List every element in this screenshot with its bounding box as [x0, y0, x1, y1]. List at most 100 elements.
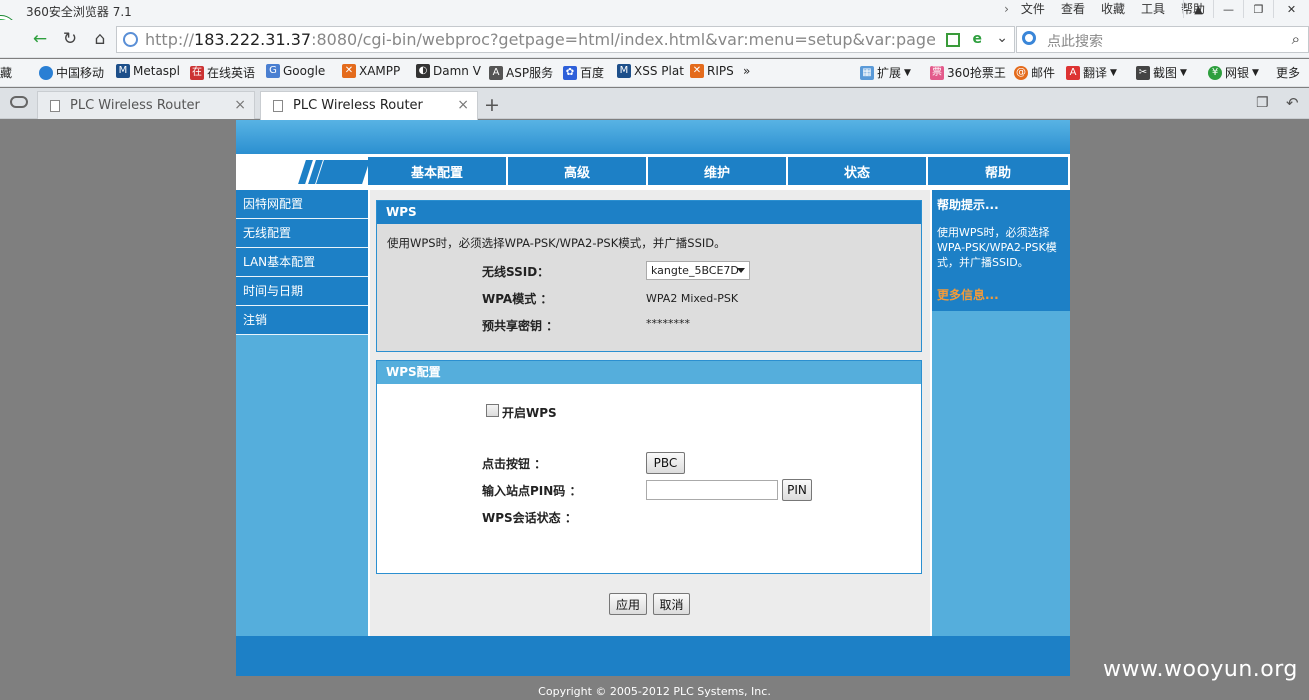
bookmark-xampp[interactable]: ✕ XAMPP: [342, 64, 400, 78]
tab-list-icon[interactable]: ❐: [1256, 95, 1269, 111]
app-title: 360安全浏览器 7.1: [26, 5, 132, 19]
bookmark-xss-platform[interactable]: M XSS Plat: [617, 64, 684, 78]
bookmark-dvwa[interactable]: ◐ Damn V: [416, 64, 481, 78]
toolbar-translate[interactable]: A 翻译 ▼: [1066, 64, 1117, 81]
browser-tab[interactable]: PLC Wireless Router ×: [37, 91, 255, 119]
bookmark-favorites[interactable]: 藏: [0, 64, 12, 81]
wps-note: 使用WPS时，必须选择WPA-PSK/WPA2-PSK模式，并广播SSID。: [387, 236, 726, 250]
pin-button[interactable]: PIN: [782, 479, 812, 501]
sidebar-item-logout[interactable]: 注销: [236, 306, 368, 335]
asp-icon: A: [489, 65, 503, 80]
enable-wps-label: 开启WPS: [502, 406, 557, 420]
bookmarks-bar: 藏 中国移动 M Metaspl 在在线英语 G Google ✕ XAMPP ◐ Da…: [0, 59, 1309, 87]
cancel-button[interactable]: 取消: [653, 593, 690, 615]
address-url[interactable]: http://183.222.31.37:8080/cgi-bin/webpro…: [145, 30, 935, 49]
close-tab-icon[interactable]: ×: [234, 97, 246, 113]
refresh-icon[interactable]: ↻: [58, 28, 82, 50]
bookmark-asp-service[interactable]: A ASP服务: [489, 64, 553, 81]
enable-wps-checkbox[interactable]: [486, 404, 499, 417]
logo-slab: [316, 160, 370, 184]
menu-file[interactable]: 文件: [1013, 1, 1053, 18]
toolbar-ticket-grabber[interactable]: 票 360抢票王: [930, 64, 1006, 81]
sidebar-item-wireless[interactable]: 无线配置: [236, 219, 368, 248]
search-box[interactable]: 点此搜索 ⌕: [1016, 26, 1309, 53]
scissors-icon: ✂: [1136, 65, 1150, 80]
page-icon: [50, 100, 60, 112]
nav-maintenance[interactable]: 维护: [648, 157, 788, 185]
tab-strip: PLC Wireless Router × PLC Wireless Route…: [0, 88, 1309, 120]
cloud-icon[interactable]: [10, 96, 28, 108]
psk-value: ********: [646, 317, 690, 330]
toolbar-more[interactable]: 更多: [1276, 64, 1300, 81]
extension-icon: ▦: [860, 65, 874, 80]
nav-status[interactable]: 状态: [788, 157, 928, 185]
toolbar-extensions[interactable]: ▦ 扩展 ▼: [860, 64, 911, 81]
header-band: [236, 120, 1070, 154]
sidebar-item-internet[interactable]: 因特网配置: [236, 190, 368, 219]
baidu-paw-icon: ✿: [563, 65, 577, 80]
ssid-select[interactable]: kangte_5BCE7D: [646, 261, 750, 280]
search-engine-icon[interactable]: [1022, 31, 1036, 45]
bookmark-baidu[interactable]: ✿ 百度: [563, 64, 604, 81]
chevron-right-icon[interactable]: ›: [996, 1, 1013, 18]
menu-view[interactable]: 查看: [1053, 1, 1093, 18]
psk-label: 预共享密钥 ：: [482, 319, 559, 333]
bookmark-online-english[interactable]: 在在线英语: [190, 64, 255, 81]
pbc-button[interactable]: PBC: [646, 452, 685, 474]
wps-session-status-label: WPS会话状态 ：: [482, 511, 577, 525]
back-arrow-icon[interactable]: ←: [28, 28, 52, 50]
browser-mode-icon[interactable]: e: [973, 31, 983, 47]
skin-icon[interactable]: ▲: [1183, 0, 1213, 18]
mail-icon: @: [1014, 65, 1028, 80]
ssid-label: 无线SSID：: [482, 265, 550, 279]
browser-title-bar: 360安全浏览器 7.1 › 文件 查看 收藏 工具 帮助 ▲ — ❐ ✕: [0, 0, 1309, 20]
bookmark-rips[interactable]: ✕ RIPS: [690, 64, 734, 78]
nav-basic-config[interactable]: 基本配置: [368, 157, 508, 185]
toolbar-mail[interactable]: @ 邮件: [1014, 64, 1055, 81]
restore-button[interactable]: ❐: [1243, 0, 1273, 18]
browser-menu: › 文件 查看 收藏 工具 帮助: [996, 1, 1213, 18]
translate-icon: A: [1066, 65, 1080, 80]
help-more-link[interactable]: 更多信息...: [937, 286, 999, 303]
close-tab-icon[interactable]: ×: [457, 97, 469, 113]
ticket-icon: 票: [930, 65, 944, 80]
sidebar-item-lan[interactable]: LAN基本配置: [236, 248, 368, 277]
metasploit-icon: M: [116, 64, 130, 78]
logo-area: [236, 154, 370, 185]
search-input[interactable]: 点此搜索: [1047, 31, 1103, 51]
qr-code-icon[interactable]: [946, 33, 960, 47]
nav-help[interactable]: 帮助: [928, 157, 1068, 185]
chevron-down-icon[interactable]: ⌄: [996, 30, 1008, 46]
bookmark-metasploit[interactable]: M Metaspl: [116, 64, 180, 78]
dvwa-icon: ◐: [416, 64, 430, 78]
copyright: Copyright © 2005-2012 PLC Systems, Inc.: [538, 685, 771, 698]
search-icon[interactable]: ⌕: [1292, 30, 1300, 48]
undo-close-icon[interactable]: ↶: [1286, 94, 1299, 112]
toolbar-online-banking[interactable]: ¥ 网银 ▼: [1208, 64, 1259, 81]
bookmarks-overflow-chevron[interactable]: »: [743, 64, 750, 78]
menu-tools[interactable]: 工具: [1133, 1, 1173, 18]
menu-favorites[interactable]: 收藏: [1093, 1, 1133, 18]
close-window-button[interactable]: ✕: [1273, 0, 1309, 18]
address-bar[interactable]: http://183.222.31.37:8080/cgi-bin/webpro…: [116, 26, 1015, 53]
apply-button[interactable]: 应用: [609, 593, 647, 615]
watermark: www.wooyun.org: [1103, 657, 1298, 682]
browser-tab-active[interactable]: PLC Wireless Router ×: [260, 91, 478, 120]
wps-info-panel: WPS 使用WPS时，必须选择WPA-PSK/WPA2-PSK模式，并广播SSI…: [376, 200, 922, 352]
toolbar-screenshot[interactable]: ✂ 截图 ▼: [1136, 64, 1187, 81]
wps-panel-title: WPS: [377, 201, 921, 224]
home-icon[interactable]: ⌂: [88, 28, 112, 50]
minimize-button[interactable]: —: [1213, 0, 1243, 18]
bank-icon: ¥: [1208, 65, 1222, 80]
bookmark-cmcc[interactable]: 中国移动: [39, 64, 104, 81]
globe-icon: [39, 65, 53, 80]
new-tab-button[interactable]: +: [484, 94, 500, 116]
window-controls: ▲ — ❐ ✕: [1183, 0, 1309, 18]
nav-advanced[interactable]: 高级: [508, 157, 648, 185]
bookmark-google[interactable]: G Google: [266, 64, 325, 78]
sidebar-item-time-date[interactable]: 时间与日期: [236, 277, 368, 306]
help-text: 使用WPS时，必须选择WPA-PSK/WPA2-PSK模式，并广播SSID。: [937, 226, 1057, 269]
pin-input[interactable]: [646, 480, 778, 500]
globe-icon: [123, 32, 138, 47]
help-panel: 帮助提示... 使用WPS时，必须选择WPA-PSK/WPA2-PSK模式，并广…: [932, 190, 1070, 636]
